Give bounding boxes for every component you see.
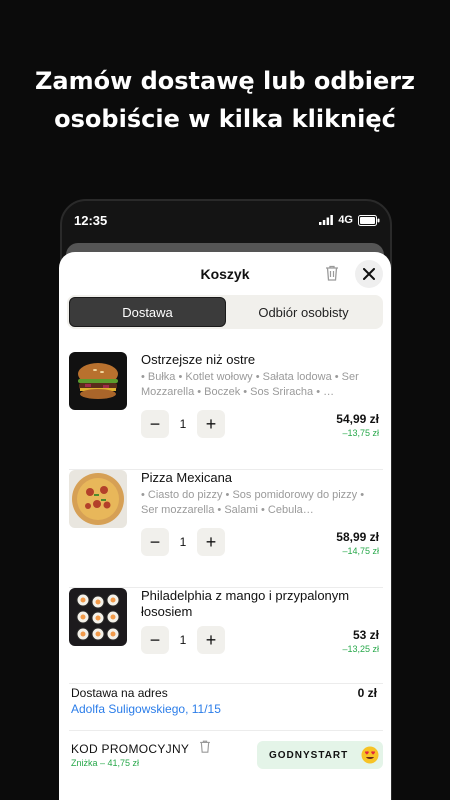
quantity-value: 1: [179, 633, 187, 647]
signal-icon: [319, 215, 334, 225]
clear-cart-button[interactable]: [321, 262, 343, 284]
item-image-burger: [69, 352, 127, 410]
promo-label: KOD PROMOCYJNY: [71, 742, 190, 756]
quantity-stepper: − 1 +: [141, 626, 225, 654]
status-bar: 12:35 4G: [74, 210, 380, 230]
delivery-label: Dostawa na adres: [71, 686, 168, 700]
tab-pickup[interactable]: Odbiór osobisty: [226, 297, 381, 327]
decrease-button[interactable]: −: [141, 626, 169, 654]
item-description: • Bułka • Kotlet wołowy • Sałata lodowa …: [141, 371, 359, 398]
cart-item: Pizza Mexicana • Ciasto do pizzy • Sos p…: [69, 470, 383, 588]
close-button[interactable]: [355, 260, 383, 288]
cart-item: Ostrzejsze niż ostre • Bułka • Kotlet wo…: [69, 352, 383, 470]
decrease-button[interactable]: −: [141, 528, 169, 556]
headline-line-1: Zamów dostawę lub odbierz: [34, 67, 416, 95]
delivery-price: 0 zł: [357, 686, 377, 700]
item-description: • Ciasto do pizzy • Sos pomidorowy do pi…: [141, 489, 365, 516]
divider: [69, 730, 383, 731]
network-type: 4G: [338, 214, 353, 226]
close-icon: [363, 268, 375, 280]
quantity-value: 1: [179, 535, 187, 549]
increase-button[interactable]: +: [197, 626, 225, 654]
tab-delivery[interactable]: Dostawa: [69, 297, 226, 327]
item-discount: –13,25 zł: [342, 644, 379, 654]
quantity-stepper: − 1 +: [141, 410, 225, 438]
delivery-address-link[interactable]: Adolfa Suligowskiego, 11/15: [71, 702, 221, 716]
item-price: 54,99 zł: [336, 412, 379, 426]
decrease-button[interactable]: −: [141, 410, 169, 438]
promo-code-chip[interactable]: GODNYSTART: [257, 741, 383, 769]
headline-line-2: osobiście w kilka kliknięć: [54, 105, 396, 133]
delivery-mode-switch: Dostawa Odbiór osobisty: [67, 295, 383, 329]
item-name: Ostrzejsze niż ostre: [141, 352, 256, 367]
battery-icon: [358, 214, 380, 226]
cart-item: Philadelphia z mango i przypalonym łosos…: [69, 588, 383, 684]
status-time: 12:35: [74, 212, 108, 228]
promo-discount: Zniżka – 41,75 zł: [71, 758, 140, 768]
item-image-sushi: [69, 588, 127, 646]
item-image-pizza: [69, 470, 127, 528]
remove-promo-button[interactable]: [199, 740, 211, 758]
item-price: 53 zł: [352, 628, 379, 642]
headline: Zamów dostawę lub odbierz osobiście w ki…: [0, 62, 450, 138]
heart-eyes-emoji-icon: [361, 746, 379, 764]
item-name: Pizza Mexicana: [141, 470, 233, 485]
promo-code: GODNYSTART: [269, 749, 349, 761]
item-discount: –13,75 zł: [342, 428, 379, 438]
increase-button[interactable]: +: [197, 528, 225, 556]
cart-sheet: Koszyk Dostawa Odbiór osobisty Ostrzejsz…: [59, 252, 391, 800]
item-price: 58,99 zł: [336, 530, 379, 544]
trash-icon: [200, 740, 210, 753]
item-name: Philadelphia z mango i przypalonym łosos…: [141, 588, 350, 619]
quantity-stepper: − 1 +: [141, 528, 225, 556]
delivery-section: Dostawa na adres Adolfa Suligowskiego, 1…: [71, 684, 381, 732]
promo-section: KOD PROMOCYJNY Zniżka – 41,75 zł GODNYST…: [71, 740, 383, 772]
quantity-value: 1: [179, 417, 187, 431]
trash-icon: [326, 265, 338, 281]
item-discount: –14,75 zł: [342, 546, 379, 556]
increase-button[interactable]: +: [197, 410, 225, 438]
